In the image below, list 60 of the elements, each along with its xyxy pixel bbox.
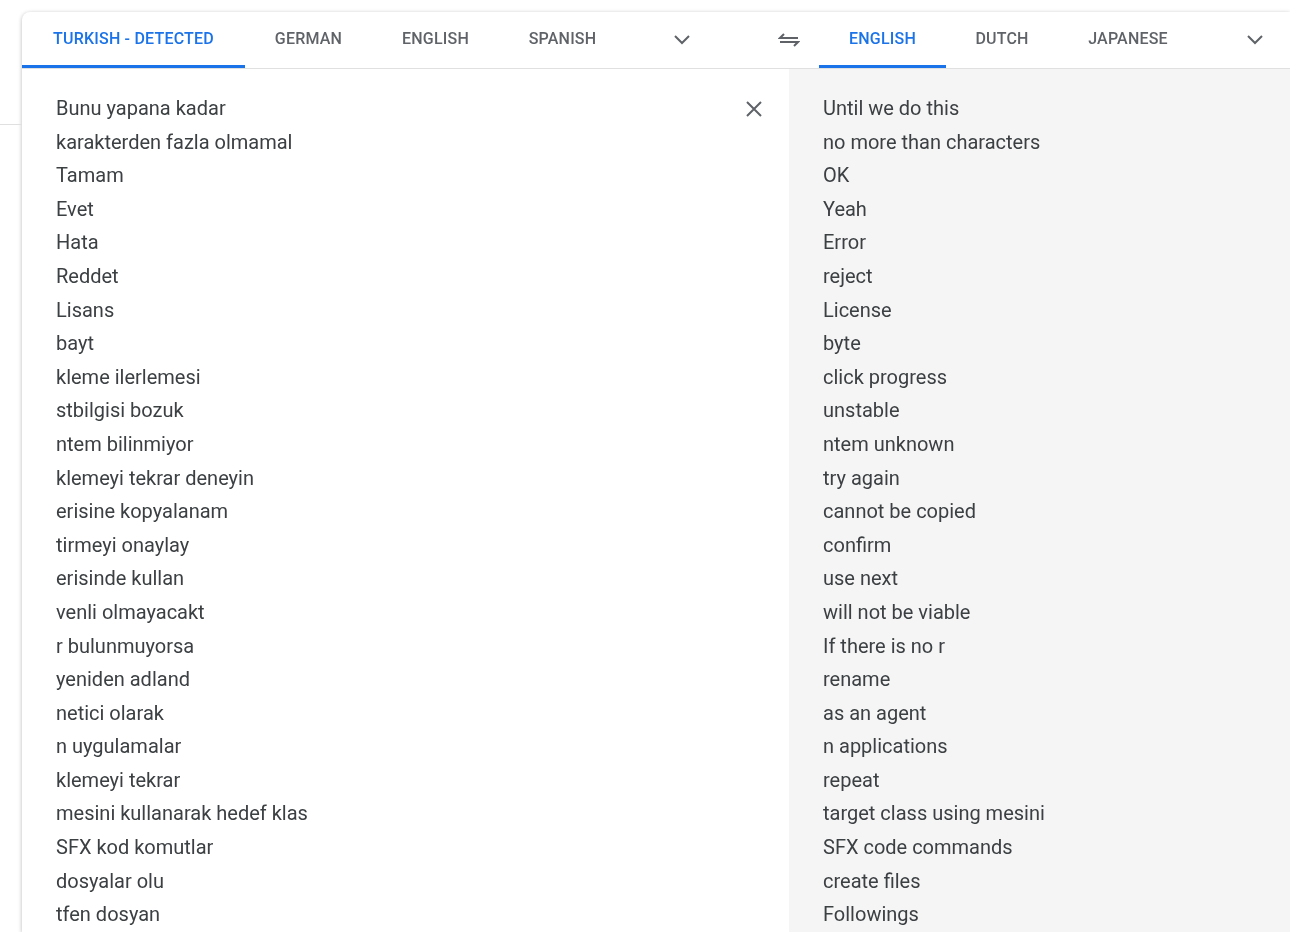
source-text-line: Lisans [56,296,115,324]
translation-line: will not be viable [823,598,971,626]
translation-line: use next [823,565,899,593]
source-text-line: Bunu yapana kadar [56,95,226,122]
source-text-line: mesini kullanarak hedef klas [56,800,308,828]
translation-line: OK [823,162,850,190]
chevron-down-icon [1247,35,1263,45]
source-text-line: erisinde kullan [56,565,185,593]
source-text-line: Evet [56,195,94,223]
source-text-line: klemeyi tekrar deneyin [56,464,254,492]
translation-line: reject [823,262,873,290]
source-text-line: Hata [56,229,99,257]
source-text-line: Tamam [56,162,124,190]
source-text-line: r bulunmuyorsa [56,632,195,660]
translation-line: License [823,296,892,324]
translation-line: click progress [823,363,948,391]
translation-line: no more than characters [823,128,1041,156]
language-tab[interactable]: SPANISH [499,12,626,68]
translation-line: n applications [823,733,948,761]
source-text-line: SFX kod komutlar [56,834,214,862]
source-text-line: tirmeyi onaylay [56,531,190,559]
source-text-line: stbilgisi bozuk [56,397,184,425]
translation-line: target class using mesini [823,800,1045,828]
language-tab[interactable]: DUTCH [946,12,1058,68]
chevron-down-icon [674,35,690,45]
source-text-line: tfen dosyan [56,901,161,929]
translation-line: SFX code commands [823,834,1013,862]
source-text-line: karakterden fazla olmamal [56,128,293,156]
translation-line: rename [823,666,891,694]
translation-line: unstable [823,397,900,425]
translation-line: try again [823,464,900,492]
translation-line: Followings [823,901,919,929]
source-text-line: netici olarak [56,699,164,727]
source-text-line: bayt [56,330,94,358]
language-tab[interactable]: TURKISH - DETECTED [22,12,245,68]
source-text-line: venli olmayacakt [56,598,205,626]
source-text-line: dosyalar olu [56,867,164,895]
source-text-line: yeniden adland [56,666,190,694]
swap-icon [778,33,800,47]
source-text-line: erisine kopyalanam [56,498,229,526]
source-text-line: ntem bilinmiyor [56,430,194,458]
close-icon [746,101,762,117]
language-tab[interactable]: ENGLISH [372,12,499,68]
translation-line: repeat [823,766,880,794]
source-text-line: kleme ilerlemesi [56,363,201,391]
translation-line: cannot be copied [823,498,976,526]
translation-line: as an agent [823,699,927,727]
translation-line: confirm [823,531,892,559]
translation-line: ntem unknown [823,430,955,458]
language-tab[interactable]: JAPANESE [1058,12,1198,68]
translation-line: Yeah [823,195,867,223]
translation-line: Error [823,229,866,257]
translation-line: Until we do this [823,95,960,122]
source-text-line: n uygulamalar [56,733,182,761]
translation-line: byte [823,330,861,358]
source-text-line: Reddet [56,262,119,290]
language-tab[interactable]: GERMAN [245,12,372,68]
translation-line: If there is no r [823,632,945,660]
translation-line: create files [823,867,921,895]
source-text-line: klemeyi tekrar [56,766,181,794]
